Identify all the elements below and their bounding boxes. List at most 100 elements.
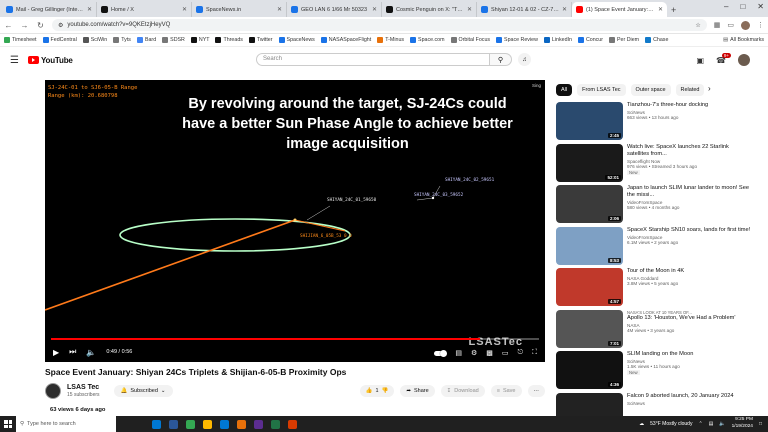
video-thumbnail[interactable]: 4:57 — [556, 268, 623, 306]
play-icon[interactable]: ▶ — [53, 348, 59, 357]
maximize-icon[interactable]: □ — [740, 2, 745, 11]
taskbar-app-icon[interactable] — [254, 419, 263, 429]
taskbar-app-icon[interactable] — [237, 419, 246, 429]
browser-tab[interactable]: Home / X ✕ — [97, 2, 192, 17]
minimize-icon[interactable]: – — [724, 2, 728, 11]
bookmark-item[interactable]: FedCentral — [42, 37, 77, 43]
notifications-icon[interactable]: ☎ 9+ — [716, 52, 731, 65]
recommendation-title[interactable]: Japan to launch SLIM lunar lander to moo… — [627, 185, 752, 199]
subscribe-button[interactable]: 🔔 Subscribed ⌄ — [113, 385, 173, 397]
bookmark-item[interactable]: Twitter — [248, 37, 273, 43]
recommendation-item[interactable]: 52:01 Watch live: SpaceX launches 22 Star… — [556, 143, 756, 185]
filter-chip[interactable]: From LSAS Tec — [577, 84, 626, 96]
recommendation-title[interactable]: Apollo 13: 'Houston, We've Had a Problem… — [627, 315, 752, 322]
forward-icon[interactable]: → — [20, 21, 29, 30]
channel-avatar[interactable] — [45, 383, 61, 399]
tab-close-icon[interactable]: ✕ — [87, 6, 92, 13]
bookmark-item[interactable]: Per Diem — [609, 37, 639, 43]
next-icon[interactable]: ⏭ — [69, 347, 76, 357]
bookmark-item[interactable]: Threads — [215, 37, 243, 43]
fullscreen-icon[interactable]: ⛶ — [532, 349, 537, 357]
tab-close-icon[interactable]: ✕ — [277, 6, 282, 13]
miniplayer-icon[interactable]: ▩ — [486, 349, 493, 357]
network-icon[interactable]: ▤ — [709, 421, 714, 427]
recommendation-item[interactable]: 7:01 NASA'S LOOK AT 10 YEARS OF... Apollo … — [556, 309, 756, 351]
weather-text[interactable]: 53°F Mostly cloudy — [650, 421, 692, 427]
star-icon[interactable]: ☆ — [695, 22, 700, 29]
start-button[interactable] — [0, 420, 16, 428]
cast-icon[interactable]: ⎋ — [518, 349, 524, 357]
bookmark-item[interactable]: Space Review — [496, 37, 538, 43]
recommendation-title[interactable]: Tour of the Moon in 4K — [627, 268, 752, 275]
filter-chip[interactable]: Outer space — [630, 84, 671, 96]
site-info-icon[interactable]: ⚙ — [58, 22, 63, 29]
create-icon[interactable]: ▣ — [696, 56, 704, 65]
bookmark-item[interactable]: Concur — [577, 37, 603, 43]
profile-avatar[interactable] — [741, 20, 750, 30]
search-button[interactable]: ⚲ — [490, 53, 512, 66]
download-button[interactable]: ↧ Download — [440, 385, 485, 397]
browser-tab[interactable]: GEO LAN 6 1/66 Mr 50323 ✕ — [287, 2, 382, 17]
video-thumbnail[interactable]: 2:06 — [556, 185, 623, 223]
video-thumbnail[interactable]: 7:01 — [556, 309, 623, 348]
taskbar-app-icon[interactable] — [169, 419, 178, 429]
recommendation-title[interactable]: Falcon 9 aborted launch, 20 January 2024 — [627, 393, 752, 400]
notification-center-icon[interactable]: □ — [759, 421, 762, 427]
bookmark-item[interactable]: SpaceNews — [278, 37, 315, 43]
taskbar-app-icon[interactable] — [203, 419, 212, 429]
recommendation-item[interactable]: 4:36 SLIM landing on the Moon SciNews 1.5K … — [556, 351, 756, 392]
video-thumbnail[interactable]: 52:01 — [556, 143, 623, 182]
all-bookmarks[interactable]: ▤ All Bookmarks — [723, 37, 764, 43]
account-avatar[interactable] — [738, 54, 750, 66]
recommendation-channel[interactable]: SciNews — [627, 401, 752, 406]
voice-search-button[interactable]: ♫ — [518, 53, 531, 66]
chevron-right-icon[interactable]: › — [708, 84, 711, 93]
url-text[interactable]: youtube.com/watch?v=9QKEtzjHeyVQ — [67, 22, 691, 28]
chevron-up-icon[interactable]: ⌃ — [698, 421, 702, 427]
channel-name[interactable]: LSAS Tec — [67, 384, 100, 391]
recommendation-item[interactable]: 2:06 Japan to launch SLIM lunar lander to… — [556, 185, 756, 226]
speaker-icon[interactable]: 🔈 — [719, 421, 725, 427]
autoplay-toggle[interactable] — [434, 349, 448, 357]
bookmark-item[interactable]: SciWin — [82, 37, 107, 43]
bookmark-item[interactable]: Space.com — [410, 37, 445, 43]
recommendation-item[interactable]: 2:45 Tianzhou-7's three-hour docking SciNe… — [556, 102, 756, 143]
hamburger-icon[interactable]: ☰ — [10, 55, 24, 66]
tab-close-icon[interactable]: ✕ — [658, 6, 663, 13]
bookmark-item[interactable]: Timesheet — [4, 37, 37, 43]
video-thumbnail[interactable]: 8:53 — [556, 226, 623, 265]
reload-icon[interactable]: ↻ — [36, 21, 45, 30]
thumbs-down-icon[interactable]: 👎 — [382, 388, 389, 394]
recommendation-item[interactable]: 4:57 Tour of the Moon in 4K NASA Goddard 3.… — [556, 268, 756, 309]
bookmark-item[interactable]: T-Minus — [377, 37, 404, 43]
bookmark-item[interactable]: NYT — [190, 37, 209, 43]
bookmark-item[interactable]: Bard — [136, 37, 156, 43]
share-button[interactable]: ➦ Share — [400, 385, 435, 397]
video-player[interactable]: SJ-24C-01 to SJ6-05-B Range Range (km): … — [45, 80, 545, 362]
progress-bar[interactable] — [51, 338, 539, 340]
volume-icon[interactable]: 🔈 — [86, 348, 96, 357]
youtube-logo[interactable]: YouTube — [28, 56, 73, 65]
captions-icon[interactable]: ▤ — [455, 349, 462, 357]
bookmark-item[interactable]: Chase — [645, 37, 668, 43]
theater-icon[interactable]: ▭ — [502, 349, 509, 357]
recommendation-title[interactable]: SpaceX Starship SN10 soars, lands for fi… — [627, 227, 752, 234]
bookmark-item[interactable]: SDSR — [162, 37, 185, 43]
taskbar-app-icon[interactable] — [271, 419, 280, 429]
browser-tab[interactable]: SpaceNews.in ✕ — [192, 2, 287, 17]
close-icon[interactable]: ✕ — [757, 2, 764, 11]
taskbar-app-icon[interactable] — [220, 419, 229, 429]
browser-tab[interactable]: Cosmic Penguin on X: "The nu...✕ — [382, 2, 477, 17]
filter-chip[interactable]: All — [556, 84, 573, 96]
video-thumbnail[interactable]: 2:45 — [556, 102, 623, 140]
more-actions-button[interactable]: ⋯ — [527, 385, 545, 397]
menu-icon[interactable]: ⋮ — [757, 21, 764, 29]
bookmark-item[interactable]: Tyts — [113, 37, 131, 43]
save-button[interactable]: ≡ Save — [490, 385, 522, 397]
settings-icon[interactable]: ⚙ — [471, 349, 477, 357]
browser-tab[interactable]: Shiyan 12-01 & 02 - CZ-7A - J...✕ — [477, 2, 572, 17]
weather-icon[interactable]: ☁ — [639, 421, 644, 427]
tab-close-icon[interactable]: ✕ — [372, 6, 377, 13]
like-button[interactable]: 👍 1 👎 — [359, 385, 395, 397]
new-tab-button[interactable]: + — [667, 5, 680, 17]
